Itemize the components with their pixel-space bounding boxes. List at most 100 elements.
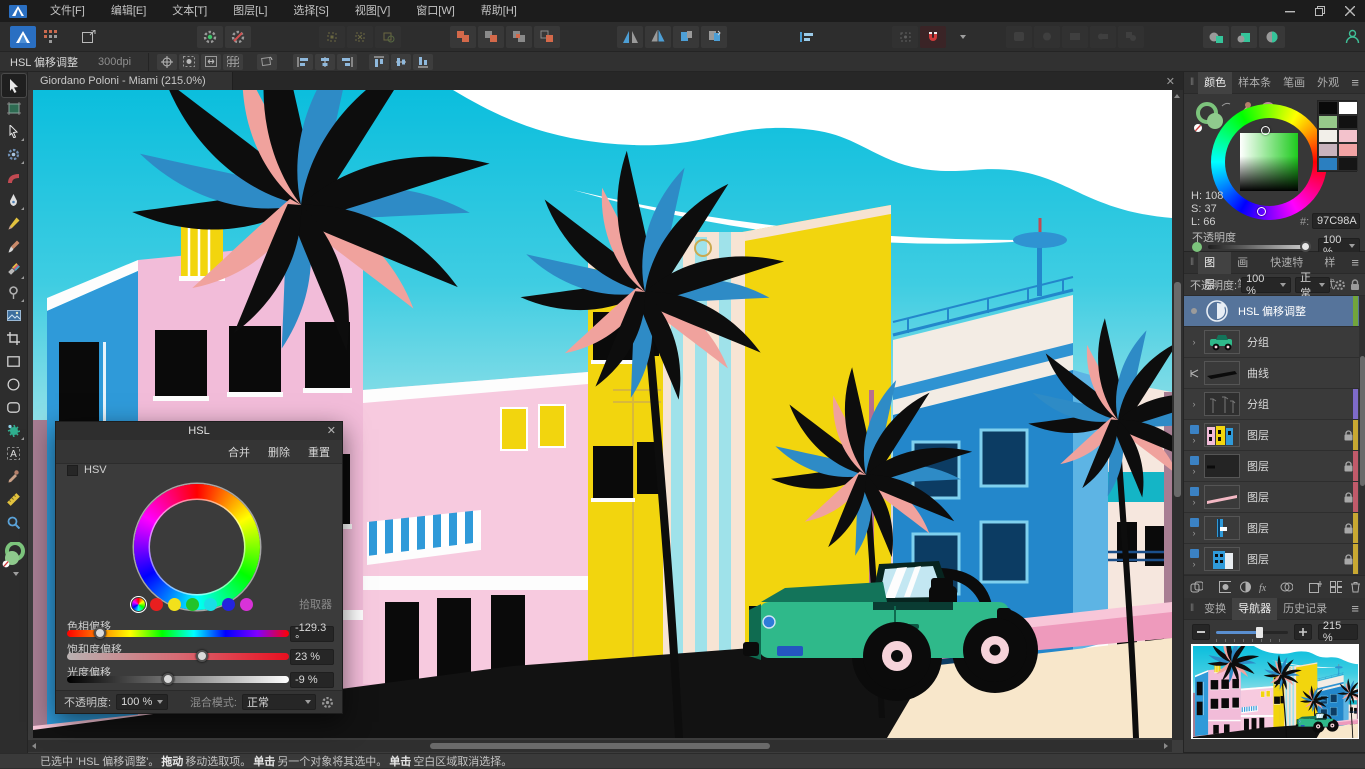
zoom-slider[interactable] [1216,627,1288,637]
reset-button[interactable]: 重置 [308,444,330,460]
select-object-icon[interactable] [347,26,373,48]
rectangle-tool[interactable] [2,350,26,373]
panel-grip[interactable]: ‖ [1184,603,1198,614]
transform-origin-icon[interactable] [157,54,177,70]
menu-text[interactable]: 文本[T] [159,0,220,22]
align-right-icon[interactable] [337,54,357,70]
luminosity-shift-slider[interactable] [67,676,289,683]
channel-magenta-dot[interactable] [240,598,253,611]
live-filter-icon[interactable] [1280,581,1293,593]
blend-mode-dropdown[interactable]: 正常 [242,694,316,710]
tab-stroke[interactable]: 笔画 [1277,72,1311,94]
layer-row-building2[interactable]: › 图层 [1184,544,1365,575]
menu-select[interactable]: 选择[S] [280,0,341,22]
hsl-dialog-titlebar[interactable]: HSL ✕ [56,422,342,440]
layer-lock-icon[interactable] [1344,430,1353,441]
fill-gradient-tool[interactable] [2,281,26,304]
align-left-icon[interactable] [293,54,313,70]
layer-lock-icon[interactable] [1344,492,1353,503]
select-cycle-icon[interactable] [375,26,401,48]
align-bottom-icon[interactable] [413,54,433,70]
horizontal-scroll-thumb[interactable] [430,743,770,749]
layer-row-hsl-adjustment[interactable]: HSL 偏移调整 [1184,296,1365,327]
align-top-icon[interactable] [369,54,389,70]
channel-blue-dot[interactable] [222,598,235,611]
zoom-out-button[interactable] [1192,624,1210,640]
layers-scrollbar[interactable] [1359,296,1365,575]
merge-button[interactable]: 合并 [228,444,250,460]
fill-stroke-wells[interactable] [2,542,26,568]
tab-swatches[interactable]: 样本条 [1232,72,1277,94]
layer-lock-icon[interactable] [1344,523,1353,534]
tab-history[interactable]: 历史记录 [1277,598,1333,620]
horizontal-scrollbar[interactable] [28,740,1172,752]
corner-tool[interactable] [2,166,26,189]
insert-front-icon[interactable] [1259,26,1285,48]
channel-cyan-dot[interactable] [204,598,217,611]
snapping-magnet-icon[interactable] [920,26,946,48]
place-image-tool[interactable] [2,304,26,327]
insert-inside-icon[interactable] [1231,26,1257,48]
zoom-value[interactable]: 215 % [1318,624,1358,640]
preferences-gear-icon[interactable] [197,26,223,48]
point-transform-tool[interactable] [2,143,26,166]
hsv-checkbox[interactable]: HSV [67,464,107,476]
luminosity-shift-value[interactable]: -9 % [290,672,334,688]
menu-window[interactable]: 窗口[W] [403,0,468,22]
layer-row-group-jeep[interactable]: › 分组 [1184,327,1365,358]
tools-chevron-icon[interactable] [2,568,26,580]
hue-shift-slider[interactable] [67,630,289,637]
hide-selection-icon[interactable] [179,54,199,70]
zoom-slider-thumb[interactable] [1256,627,1263,638]
pixel-persona-button[interactable] [38,26,64,48]
layer-row-buildings[interactable]: › 图层 [1184,420,1365,451]
channel-master-dot[interactable] [132,598,145,611]
export-persona-button[interactable] [76,26,102,48]
move-backward-icon[interactable] [701,26,727,48]
move-tool[interactable] [2,74,26,97]
layer-fx-icon[interactable]: fx [1259,581,1272,593]
add-layer-icon[interactable] [1309,581,1321,593]
pixel-grid-icon[interactable] [223,54,243,70]
panel-menu-icon[interactable]: ≡ [1351,75,1365,90]
layer-lock-icon[interactable] [1344,461,1353,472]
document-tab[interactable]: Giordano Poloni - Miami (215.0%) [28,72,233,90]
panel-opacity-thumb[interactable] [1300,241,1311,252]
layers-opacity-dropdown[interactable]: 100 % [1241,277,1291,293]
saturation-shift-slider[interactable] [67,653,289,660]
panel-menu-icon[interactable]: ≡ [1351,255,1365,270]
boolean-add-icon[interactable] [450,26,476,48]
boolean-intersect-icon[interactable] [506,26,532,48]
channel-green-dot[interactable] [186,598,199,611]
hsl-close-icon[interactable]: ✕ [327,422,336,440]
rotate-selection-icon[interactable] [257,54,277,70]
flip-vertical-icon[interactable] [645,26,671,48]
channel-yellow-dot[interactable] [168,598,181,611]
measure-tool[interactable] [2,488,26,511]
snapping-dropdown[interactable] [948,26,974,48]
menu-layer[interactable]: 图层[L] [220,0,280,22]
flip-horizontal-icon[interactable] [617,26,643,48]
settings-gear-icon[interactable] [225,26,251,48]
menu-edit[interactable]: 编辑[E] [98,0,159,22]
layers-gear-icon[interactable] [1334,279,1346,291]
panel-grip[interactable]: ‖ [1184,77,1198,88]
select-same-icon[interactable] [319,26,345,48]
close-button[interactable] [1335,0,1365,22]
node-tool[interactable] [2,120,26,143]
layers-blend-dropdown[interactable]: 正常 [1295,277,1330,293]
text-tool[interactable]: A [2,442,26,465]
layer-row-group-palms[interactable]: › 分组 [1184,389,1365,420]
add-group-icon[interactable] [1330,581,1342,593]
hex-field[interactable]: 97C98A [1312,213,1360,229]
panel-grip[interactable]: ‖ [1184,257,1198,268]
align-center-icon[interactable] [315,54,335,70]
menu-help[interactable]: 帮助[H] [468,0,530,22]
pen-tool[interactable] [2,189,26,212]
recent-swatches[interactable] [1317,100,1357,172]
saturation-shift-thumb[interactable] [196,650,208,662]
tab-styles[interactable]: 样式 [1318,252,1351,274]
hsl-dialog[interactable]: HSL ✕ 合并 删除 重置 HSV 拾取器 色相偏移 -129.3 ° 饱和度… [55,421,343,714]
navigator-thumbnail[interactable] [1191,644,1359,739]
show-handles-icon[interactable] [201,54,221,70]
